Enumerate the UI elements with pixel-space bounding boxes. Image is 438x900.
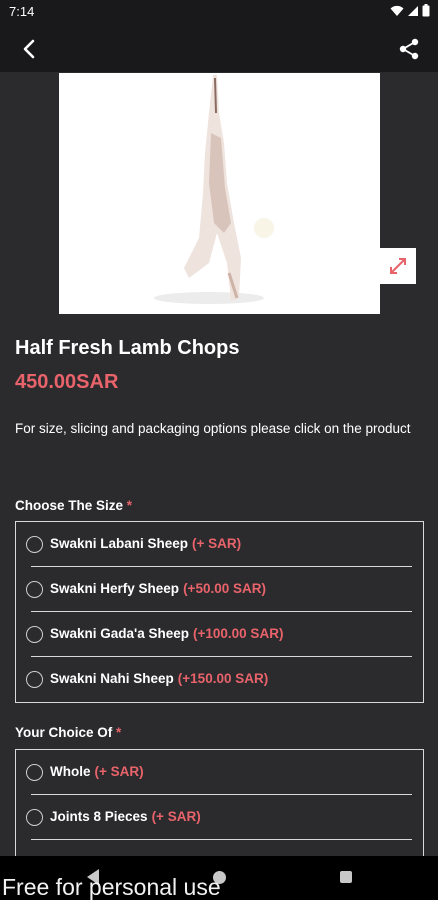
share-icon [399,38,419,60]
option-price: (+150.00 SAR) [177,671,269,686]
product-price: 450.00SAR [15,371,119,393]
choice-section-title: Your Choice Of [15,725,113,740]
divider [31,839,412,840]
product-image[interactable] [59,73,380,314]
expand-icon [389,258,406,274]
status-bar: 7:14 [0,0,438,24]
radio-button[interactable] [26,581,43,598]
radio-button[interactable] [26,671,43,688]
back-button[interactable] [16,36,42,62]
share-button[interactable] [396,36,422,62]
radio-button[interactable] [26,764,43,781]
choice-section-label: Your Choice Of * [15,725,121,740]
zoom-button[interactable] [379,248,416,284]
product-description: For size, slicing and packaging options … [15,421,411,436]
size-option-labani[interactable]: Swakni Labani Sheep (+ SAR) [16,522,423,567]
lamb-carcass-image [154,75,274,304]
option-label: Swakni Gada'a Sheep [50,626,190,641]
arrow-back-icon [23,39,35,59]
option-price: (+ SAR) [151,809,201,824]
product-title: Half Fresh Lamb Chops [15,337,240,359]
size-section-label: Choose The Size * [15,498,132,513]
option-label: Joints 8 Pieces [50,809,148,824]
wifi-icon [390,5,404,16]
option-label: Swakni Herfy Sheep [50,581,180,596]
choice-option-whole[interactable]: Whole (+ SAR) [16,750,423,795]
size-option-gadaa[interactable]: Swakni Gada'a Sheep (+100.00 SAR) [16,612,423,657]
size-options-box: Swakni Labani Sheep (+ SAR) Swakni Herfy … [15,521,424,703]
option-price: (+100.00 SAR) [193,626,284,641]
radio-button[interactable] [26,809,43,826]
radio-button[interactable] [26,626,43,643]
app-bar [0,24,438,72]
status-time: 7:14 [9,4,35,19]
option-price: (+ SAR) [192,536,242,551]
battery-icon [422,4,430,17]
status-icons [390,4,430,17]
option-label: Swakni Labani Sheep [50,536,189,551]
watermark-text: Free for personal use [2,874,221,900]
required-mark: * [126,498,133,513]
option-label: Swakni Nahi Sheep [50,671,174,686]
radio-button[interactable] [26,536,43,553]
size-option-herfy[interactable]: Swakni Herfy Sheep (+50.00 SAR) [16,567,423,612]
size-section-title: Choose The Size [15,498,124,513]
option-label: Whole [50,764,91,779]
required-mark: * [116,725,122,740]
signal-icon [408,5,418,16]
size-option-nahi[interactable]: Swakni Nahi Sheep (+150.00 SAR) [16,657,423,702]
nav-recents-icon[interactable] [340,871,352,883]
option-price: (+50.00 SAR) [183,581,266,596]
choice-option-joints[interactable]: Joints 8 Pieces (+ SAR) [16,795,423,840]
option-price: (+ SAR) [94,764,144,779]
